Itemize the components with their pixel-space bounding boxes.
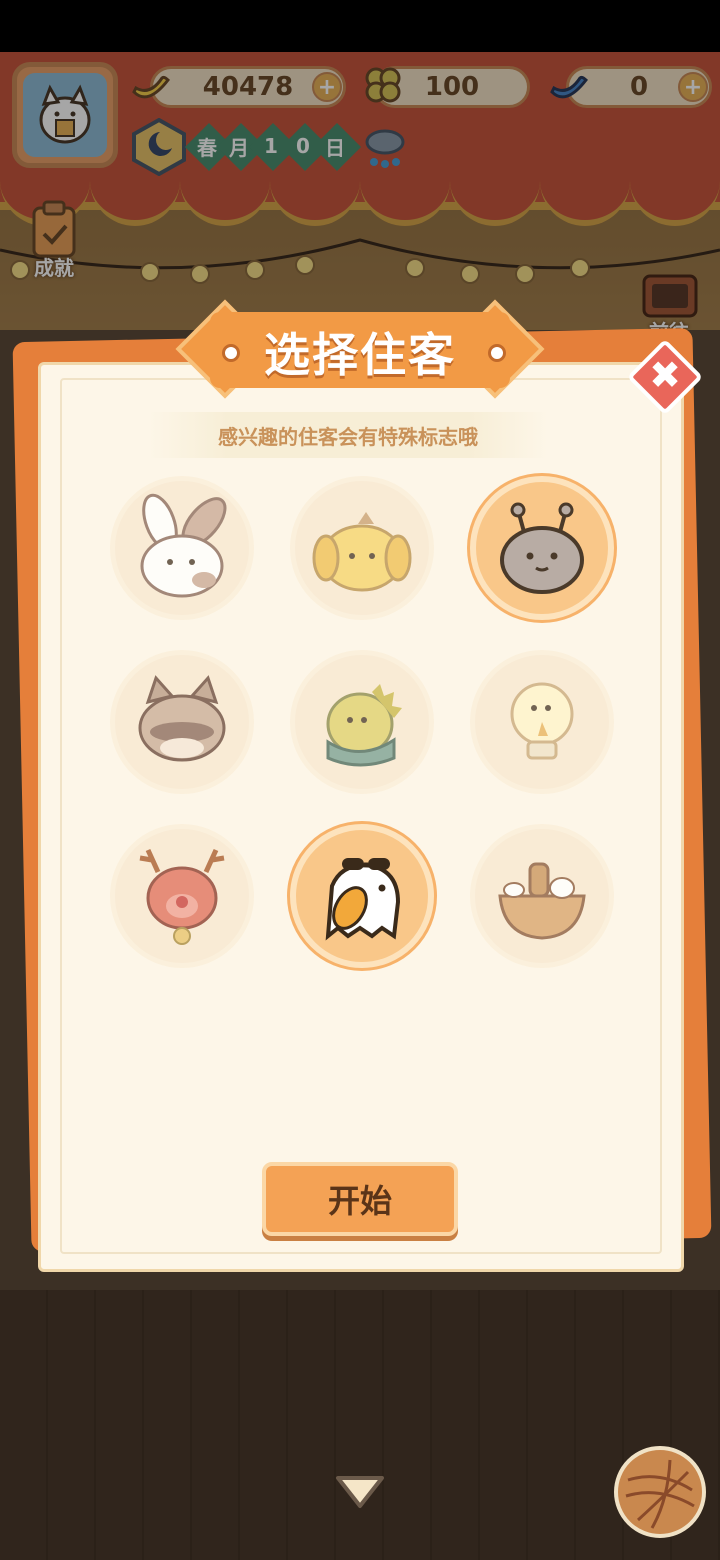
guest-raccoon[interactable]	[110, 650, 254, 794]
close-icon[interactable]: ✖	[638, 348, 692, 402]
reindeer-icon	[139, 848, 225, 945]
guest-slug[interactable]	[470, 476, 614, 620]
lightbulb-icon	[510, 682, 574, 760]
hint-text: 感兴趣的住客会有特殊标志哦	[218, 424, 478, 449]
dialog-hint: 感兴趣的住客会有特殊标志哦	[148, 412, 548, 458]
bunny-icon	[140, 493, 227, 598]
collapse-arrow-icon[interactable]	[334, 1472, 386, 1512]
bird-sunglasses-icon	[325, 858, 401, 941]
guest-bird-sunglasses[interactable]	[290, 824, 434, 968]
guest-dino[interactable]	[290, 650, 434, 794]
status-bar	[0, 0, 720, 52]
guest-dog[interactable]	[290, 476, 434, 620]
start-button[interactable]: 开始	[262, 1162, 458, 1236]
guest-lightbulb[interactable]	[470, 650, 614, 794]
dino-icon	[326, 684, 402, 767]
raccoon-icon	[138, 675, 226, 762]
start-label: 开始	[327, 1182, 392, 1220]
guest-bunny[interactable]	[110, 476, 254, 620]
dialog-title: 选择住客	[264, 328, 456, 382]
dog-icon	[312, 512, 412, 592]
guest-bowl[interactable]	[470, 824, 614, 968]
guest-reindeer[interactable]	[110, 824, 254, 968]
slug-icon	[500, 502, 584, 594]
yarn-ball-icon[interactable]	[614, 1446, 706, 1538]
bowl-icon	[498, 862, 586, 940]
